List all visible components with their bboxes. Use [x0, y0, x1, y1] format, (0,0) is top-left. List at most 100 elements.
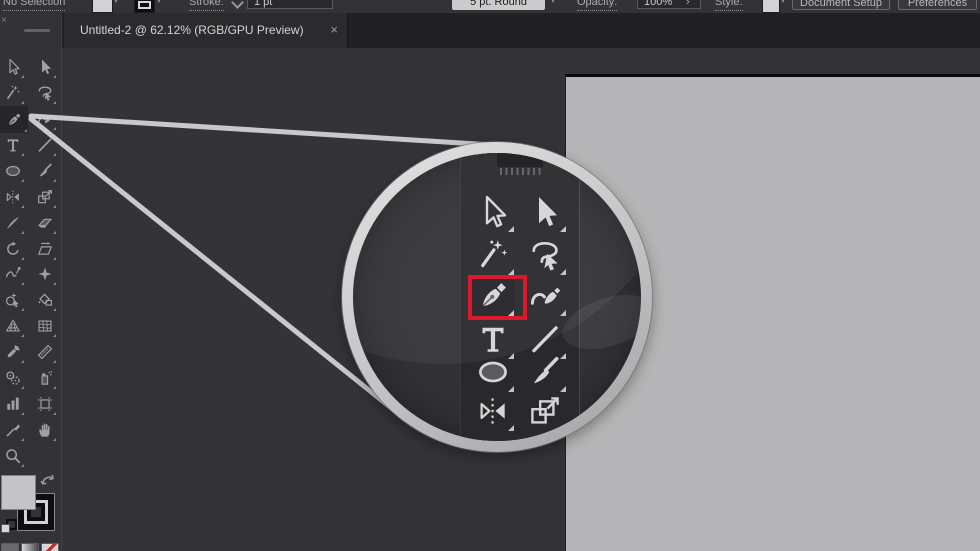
- stroke-weight-field[interactable]: 1 pt: [247, 0, 333, 9]
- puppet-warp-icon: [4, 265, 22, 283]
- magnifier-lens: [353, 153, 641, 441]
- mesh-icon: [36, 317, 54, 335]
- tool-shape-builder[interactable]: [1, 288, 25, 312]
- flyout-indicator-icon: [21, 257, 24, 260]
- flyout-indicator-icon: [53, 153, 56, 156]
- blend-icon: [4, 369, 22, 387]
- flyout-indicator-icon: [21, 205, 24, 208]
- flyout-indicator-icon: [53, 179, 56, 182]
- lasso-icon: [36, 84, 54, 102]
- tool-curvature[interactable]: [33, 107, 57, 131]
- gradient-button[interactable]: [21, 543, 39, 551]
- tool-live-paint[interactable]: [33, 288, 57, 312]
- tool-free-transform[interactable]: [33, 185, 57, 209]
- perspective-grid-icon: [4, 317, 22, 335]
- rotate-icon: [4, 240, 22, 258]
- tool-measure[interactable]: [33, 340, 57, 364]
- default-fill-stroke-icon[interactable]: [1, 519, 15, 533]
- tool-zoom[interactable]: [1, 444, 25, 468]
- tool-eyedropper[interactable]: [1, 340, 25, 364]
- fill-caret-icon[interactable]: ▾: [114, 0, 118, 9]
- stroke-swatch[interactable]: [134, 0, 155, 13]
- stroke-label[interactable]: Stroke:: [189, 0, 224, 11]
- selection-status: No Selection: [3, 0, 65, 11]
- eyedropper-icon: [4, 343, 22, 361]
- tool-shaper[interactable]: [33, 262, 57, 286]
- knife-icon: [4, 214, 22, 232]
- flyout-indicator-icon: [21, 75, 24, 78]
- magnifier-callout: [342, 142, 652, 452]
- tool-reflect: [471, 390, 515, 432]
- tool-hand[interactable]: [33, 418, 57, 442]
- tool-shear[interactable]: [33, 237, 57, 261]
- tool-curvature: [523, 275, 567, 317]
- tool-artboard[interactable]: [33, 392, 57, 416]
- document-tab[interactable]: Untitled-2 @ 62.12% (RGB/GPU Preview) ×: [64, 13, 348, 48]
- eraser-icon: [36, 214, 54, 232]
- document-setup-button[interactable]: Document Setup: [792, 0, 890, 10]
- tool-direct-selection[interactable]: [33, 55, 57, 79]
- tool-eraser[interactable]: [33, 211, 57, 235]
- flyout-indicator-icon: [53, 127, 56, 130]
- direct-selection-icon: [527, 194, 563, 230]
- tool-mesh[interactable]: [33, 314, 57, 338]
- flyout-indicator-icon: [21, 179, 24, 182]
- flyout-indicator-icon: [21, 334, 24, 337]
- color-button[interactable]: [1, 543, 19, 551]
- opacity-label[interactable]: Opacity:: [577, 0, 617, 11]
- paintbrush-icon: [527, 354, 563, 390]
- lasso-icon: [527, 237, 563, 273]
- flyout-indicator-icon: [21, 360, 24, 363]
- fill-color-swatch[interactable]: [1, 475, 36, 510]
- tools-panel: ×: [0, 13, 62, 551]
- tool-knife[interactable]: [1, 211, 25, 235]
- tool-pen[interactable]: [0, 106, 28, 133]
- type-icon: [4, 136, 22, 154]
- profile-caret-icon[interactable]: ▾: [551, 0, 555, 9]
- tool-slice[interactable]: [1, 418, 25, 442]
- live-paint-icon: [36, 291, 54, 309]
- variable-width-profile-select[interactable]: 5 pt. Round: [452, 0, 545, 10]
- none-button[interactable]: [41, 543, 59, 551]
- tool-symbol-sprayer[interactable]: [33, 366, 57, 390]
- column-graph-icon: [4, 395, 22, 413]
- style-swatch[interactable]: [762, 0, 780, 13]
- tool-type[interactable]: [1, 133, 25, 157]
- flyout-indicator-icon: [53, 360, 56, 363]
- style-caret-icon[interactable]: ▾: [781, 0, 785, 9]
- tool-perspective-grid[interactable]: [1, 314, 25, 338]
- fill-swatch[interactable]: [92, 0, 113, 13]
- tool-paintbrush[interactable]: [33, 159, 57, 183]
- tab-bar: Untitled-2 @ 62.12% (RGB/GPU Preview) ×: [62, 13, 980, 48]
- preferences-button[interactable]: Preferences: [898, 0, 977, 10]
- shaper-icon: [36, 265, 54, 283]
- stroke-weight-chevron-icon[interactable]: [231, 0, 244, 9]
- tool-puppet-warp[interactable]: [1, 262, 25, 286]
- tool-line-segment[interactable]: [33, 133, 57, 157]
- ellipse-icon: [4, 162, 22, 180]
- tool-reflect[interactable]: [1, 185, 25, 209]
- tool-magic-wand[interactable]: [1, 81, 25, 105]
- tool-blend[interactable]: [1, 366, 25, 390]
- symbol-sprayer-icon: [36, 369, 54, 387]
- tool-ellipse[interactable]: [1, 159, 25, 183]
- stroke-caret-icon[interactable]: ▾: [157, 0, 161, 9]
- tab-close-icon[interactable]: ×: [330, 13, 338, 48]
- flyout-arrow-icon[interactable]: ›: [686, 0, 690, 10]
- swap-fill-stroke-icon[interactable]: [40, 473, 55, 488]
- ellipse-icon: [475, 354, 511, 390]
- tool-lasso[interactable]: [33, 81, 57, 105]
- shape-builder-icon: [4, 291, 22, 309]
- flyout-indicator-icon: [21, 386, 24, 389]
- hand-icon: [36, 421, 54, 439]
- opacity-field[interactable]: 100%: [637, 0, 701, 9]
- style-label[interactable]: Style:: [715, 0, 743, 11]
- tool-column-graph[interactable]: [1, 392, 25, 416]
- free-transform-icon: [36, 188, 54, 206]
- tool-selection[interactable]: [1, 55, 25, 79]
- flyout-indicator-icon: [53, 308, 56, 311]
- artboard-icon: [36, 395, 54, 413]
- flyout-indicator-icon: [508, 425, 514, 431]
- flyout-indicator-icon: [21, 308, 24, 311]
- tool-rotate[interactable]: [1, 237, 25, 261]
